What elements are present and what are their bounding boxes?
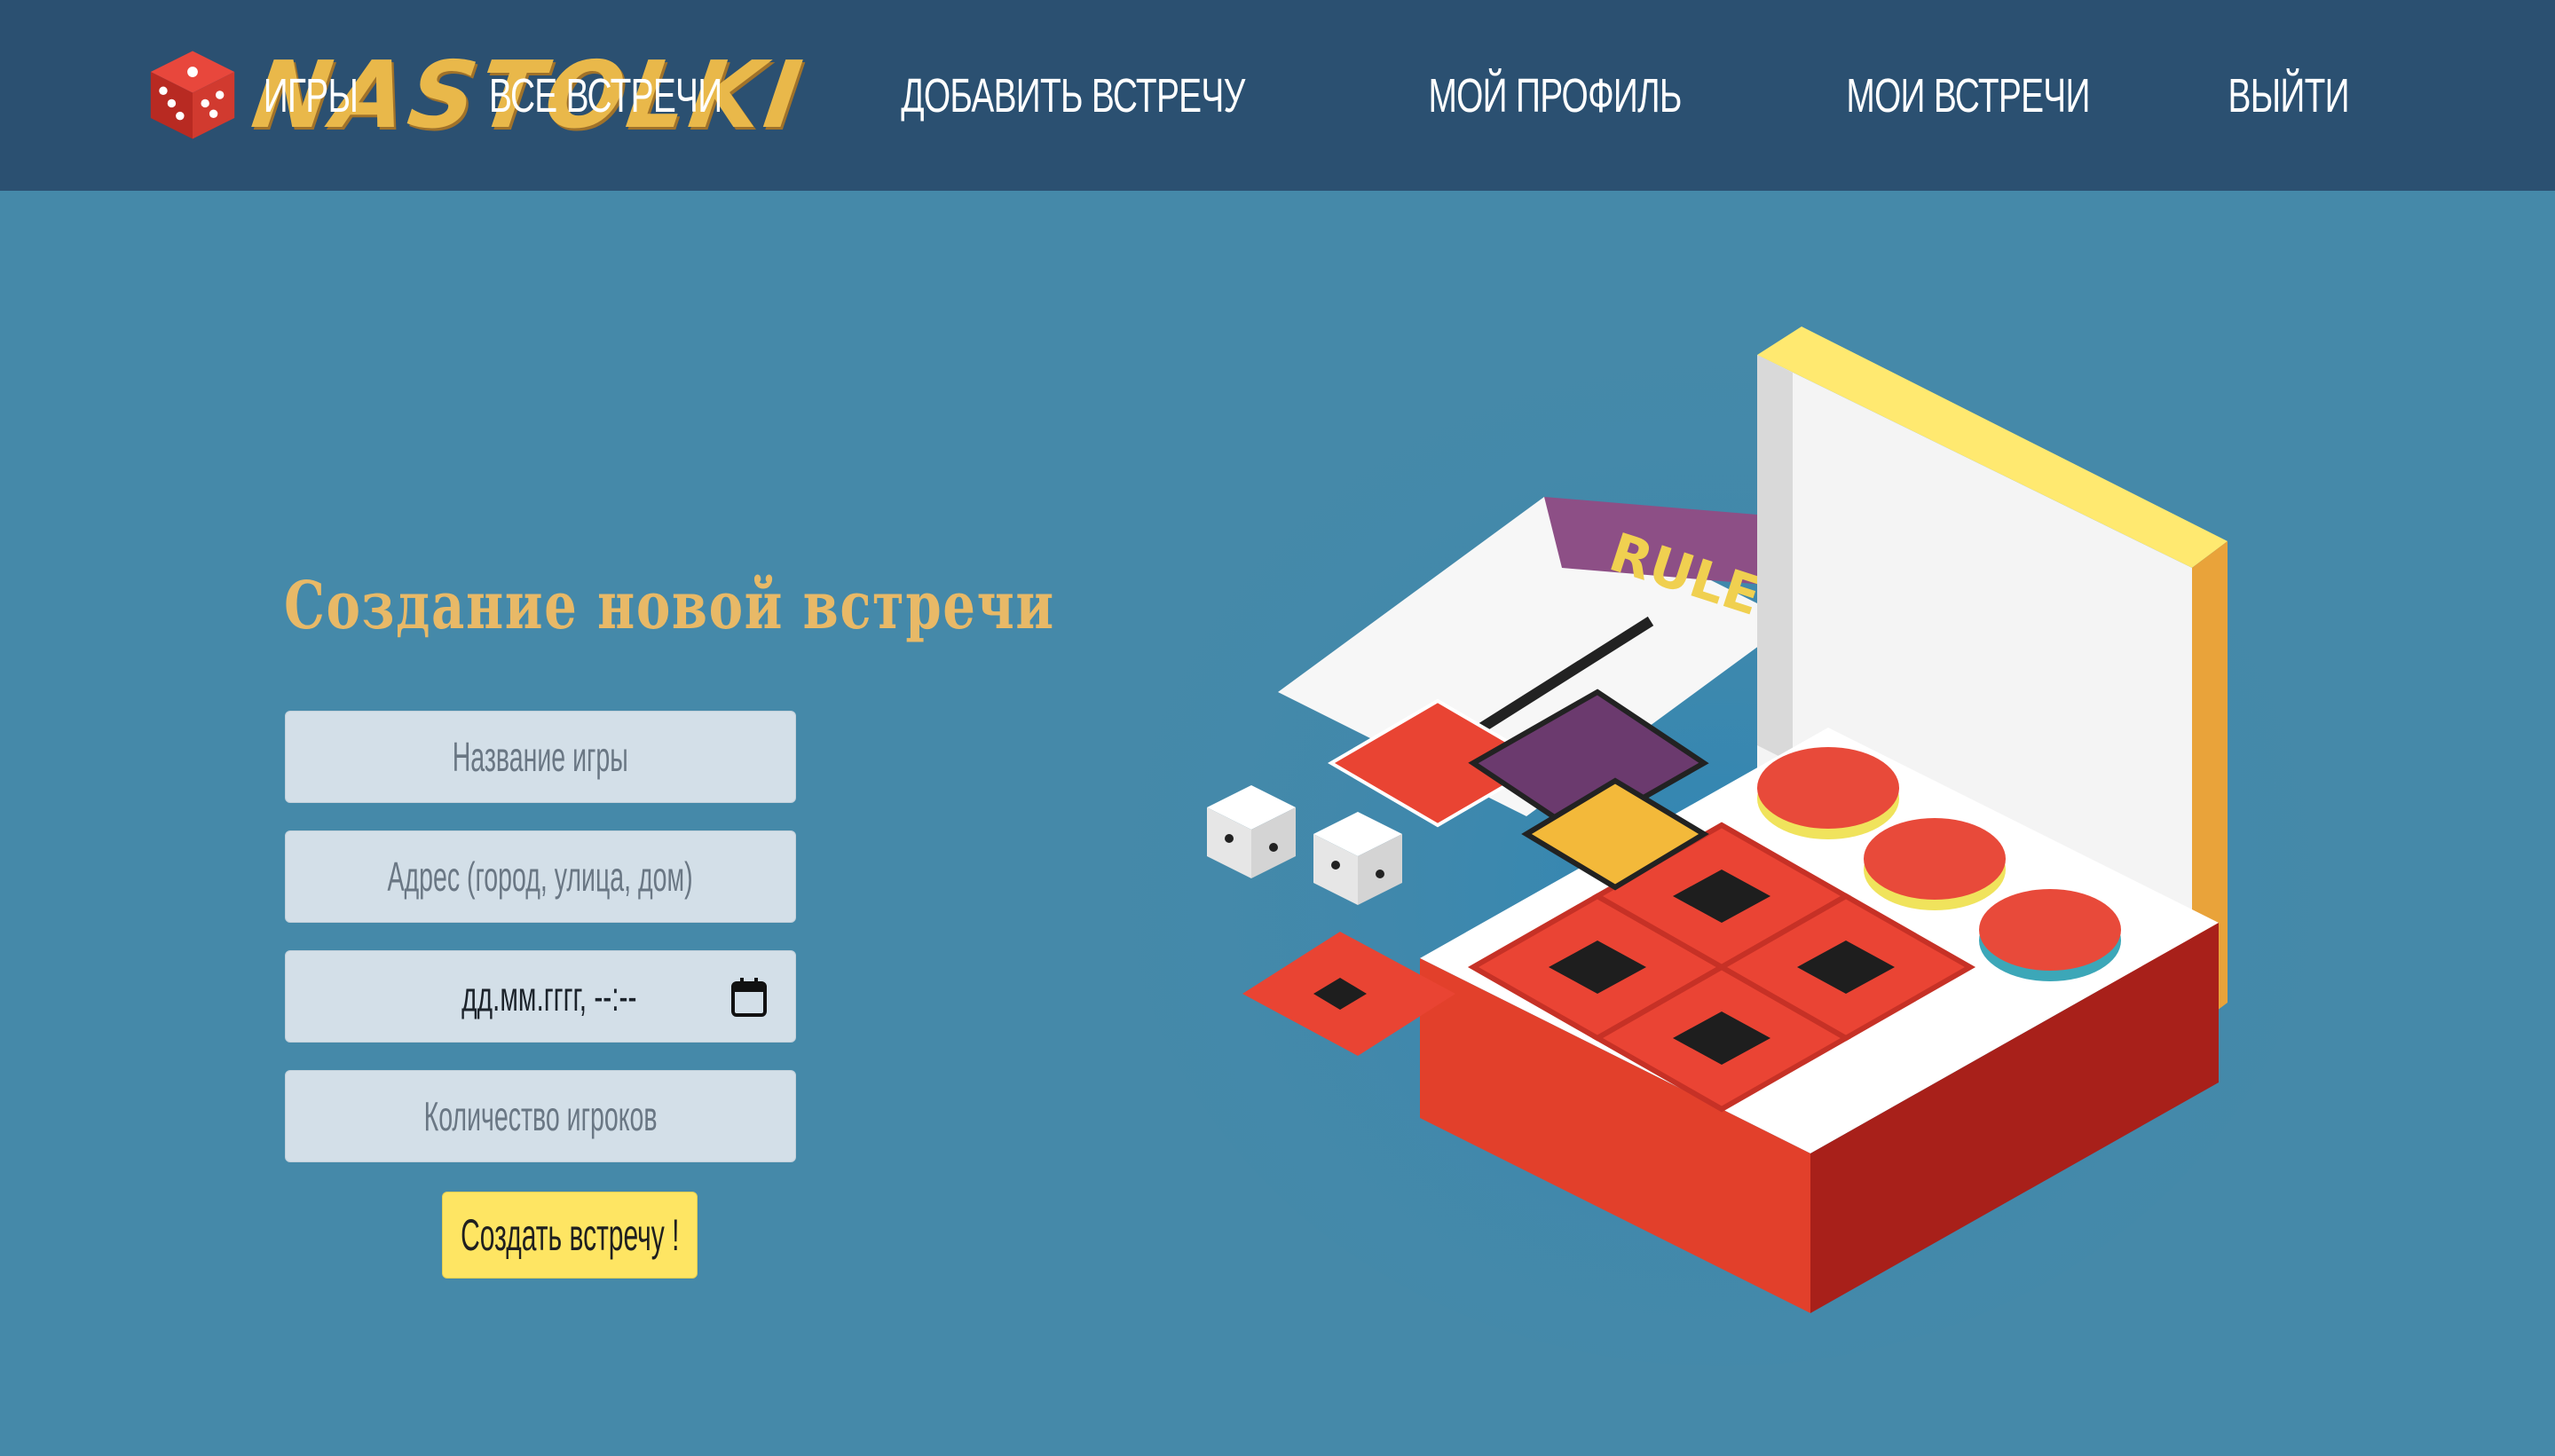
address-placeholder: Адрес (город, улица, дом): [387, 854, 694, 900]
form-title: Создание новой встречи: [284, 568, 1055, 644]
nav-my-meetings[interactable]: МОИ ВСТРЕЧИ: [1846, 68, 2090, 123]
game-name-input[interactable]: Название игры: [285, 711, 796, 803]
nav-all-meetings[interactable]: ВСЕ ВСТРЕЧИ: [489, 68, 722, 123]
players-count-input[interactable]: Количество игроков: [285, 1070, 796, 1162]
main-nav: ИГРЫ ВСЕ ВСТРЕЧИ ДОБАВИТЬ ВСТРЕЧУ МОЙ ПР…: [245, 53, 2372, 138]
create-meeting-button[interactable]: Создать встречу !: [442, 1192, 698, 1279]
datetime-value: дд.мм.гггг, --:--: [461, 973, 637, 1019]
address-input[interactable]: Адрес (город, улица, дом): [285, 830, 796, 923]
nav-my-profile[interactable]: МОЙ ПРОФИЛЬ: [1429, 68, 1683, 123]
nav-add-meeting[interactable]: ДОБАВИТЬ ВСТРЕЧУ: [902, 68, 1246, 123]
nav-logout[interactable]: ВЫЙТИ: [2228, 68, 2349, 123]
top-navbar: NASTOLKI ИГРЫ ВСЕ ВСТРЕЧИ ДОБАВИТЬ ВСТРЕ…: [0, 0, 2555, 191]
game-name-placeholder: Название игры: [452, 734, 629, 780]
players-count-placeholder: Количество игроков: [423, 1093, 658, 1139]
calendar-icon[interactable]: [731, 978, 767, 1017]
datetime-input[interactable]: дд.мм.гггг, --:--: [285, 950, 796, 1043]
nav-games[interactable]: ИГРЫ: [264, 68, 359, 123]
dice-icon: [150, 51, 235, 139]
board-game-box-illustration: RULE: [1118, 302, 2325, 1366]
create-meeting-label: Создать встречу !: [460, 1210, 680, 1260]
